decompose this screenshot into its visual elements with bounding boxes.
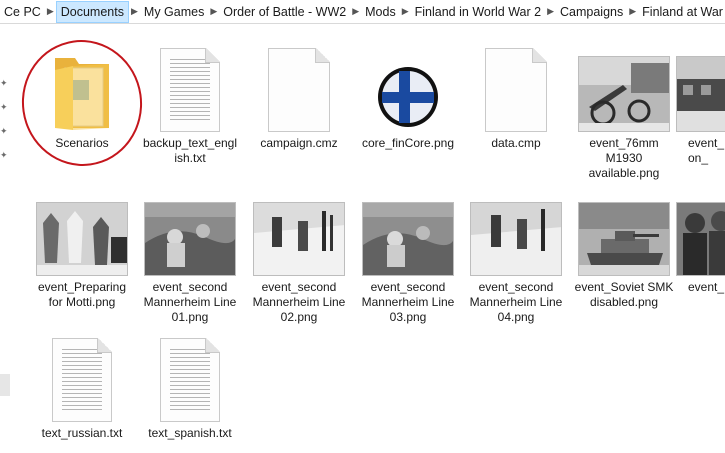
breadcrumb-item-campaigns[interactable]: Campaigns	[556, 0, 627, 23]
photo-thumbnail	[574, 40, 674, 132]
file-name-label: event_ e	[688, 280, 725, 294]
file-item-event-soviet-smk[interactable]: event_Soviet SMK disabled.png	[574, 200, 674, 310]
file-item-event-76mm[interactable]: event_76mm M1930 available.png	[574, 40, 674, 181]
chevron-right-icon[interactable]: ▶	[129, 6, 140, 17]
text-file-icon	[140, 336, 240, 422]
breadcrumb-item-this-pc[interactable]: Ce PC	[0, 0, 45, 23]
scrollbar-thumb[interactable]	[0, 374, 10, 396]
file-name-label: core_finCore.png	[361, 136, 455, 150]
file-name-label: backup_text_engl ish.txt	[142, 136, 238, 165]
file-item-event-partial-2[interactable]: event_ e	[676, 200, 725, 295]
file-name-label: text_spanish.txt	[148, 426, 232, 440]
chevron-right-icon[interactable]: ▶	[627, 6, 638, 17]
breadcrumb-item-finland-ww2[interactable]: Finland in World War 2	[411, 0, 545, 23]
file-item-campaign-cmz[interactable]: campaign.cmz	[249, 40, 349, 151]
file-name-label: event_second Mannerheim Line 02.png	[252, 280, 346, 324]
file-name-label: event_ on_	[688, 136, 725, 165]
breadcrumb: Ce PC ▶ Documents ▶ My Games ▶ Order of …	[0, 0, 725, 24]
breadcrumb-item-finland-at-war[interactable]: Finland at War	[638, 0, 725, 23]
file-item-backup-text[interactable]: backup_text_engl ish.txt	[140, 40, 240, 166]
file-item-event-preparing-motti[interactable]: event_Preparing for Motti.png	[32, 200, 132, 310]
file-name-label: campaign.cmz	[260, 136, 338, 150]
finland-roundel-icon	[358, 40, 458, 132]
photo-thumbnail	[676, 200, 725, 276]
photo-thumbnail	[358, 200, 458, 276]
file-item-event-mannerheim-04[interactable]: event_second Mannerheim Line 04.png	[466, 200, 566, 325]
text-file-icon	[32, 336, 132, 422]
file-item-text-spanish[interactable]: text_spanish.txt	[140, 336, 240, 441]
photo-thumbnail	[140, 200, 240, 276]
pin-icon[interactable]: ✦	[0, 150, 10, 160]
photo-thumbnail	[574, 200, 674, 276]
file-name-label: event_Preparing for Motti.png	[37, 280, 127, 309]
pin-icon[interactable]: ✦	[0, 102, 10, 112]
breadcrumb-item-documents[interactable]: Documents	[55, 0, 129, 23]
photo-thumbnail	[676, 40, 725, 132]
file-item-scenarios-folder[interactable]: Scenarios	[32, 40, 132, 151]
breadcrumb-item-order-of-battle[interactable]: Order of Battle - WW2	[219, 0, 350, 23]
folder-icon	[32, 40, 132, 132]
file-item-event-mannerheim-02[interactable]: event_second Mannerheim Line 02.png	[249, 200, 349, 325]
pin-icon[interactable]: ✦	[0, 78, 10, 88]
file-name-label: text_russian.txt	[41, 426, 123, 440]
file-item-data-cmp[interactable]: data.cmp	[466, 40, 566, 151]
navigation-pane: ✦ ✦ ✦ ✦	[0, 24, 12, 453]
blank-file-icon	[249, 40, 349, 132]
file-item-event-partial-1[interactable]: event_ on_	[676, 40, 725, 166]
file-item-core-fincore[interactable]: core_finCore.png	[358, 40, 458, 151]
file-name-label: event_second Mannerheim Line 01.png	[143, 280, 237, 324]
pin-icon[interactable]: ✦	[0, 126, 10, 136]
file-name-label: event_second Mannerheim Line 03.png	[361, 280, 455, 324]
file-name-label: Scenarios	[55, 136, 109, 150]
blank-file-icon	[466, 40, 566, 132]
photo-thumbnail	[32, 200, 132, 276]
text-file-icon	[140, 40, 240, 132]
file-item-event-mannerheim-01[interactable]: event_second Mannerheim Line 01.png	[140, 200, 240, 325]
breadcrumb-item-mods[interactable]: Mods	[361, 0, 400, 23]
photo-thumbnail	[249, 200, 349, 276]
chevron-right-icon[interactable]: ▶	[400, 6, 411, 17]
file-name-label: event_76mm M1930 available.png	[588, 136, 660, 180]
file-name-label: event_second Mannerheim Line 04.png	[469, 280, 563, 324]
chevron-right-icon[interactable]: ▶	[545, 6, 556, 17]
chevron-right-icon[interactable]: ▶	[45, 6, 56, 17]
file-item-text-russian[interactable]: text_russian.txt	[32, 336, 132, 441]
file-name-label: event_Soviet SMK disabled.png	[574, 280, 674, 309]
breadcrumb-item-my-games[interactable]: My Games	[140, 0, 208, 23]
chevron-right-icon[interactable]: ▶	[208, 6, 219, 17]
chevron-right-icon[interactable]: ▶	[350, 6, 361, 17]
file-grid: Scenarios backup_text_engl ish.txt campa…	[14, 30, 725, 453]
file-name-label: data.cmp	[491, 136, 541, 150]
file-item-event-mannerheim-03[interactable]: event_second Mannerheim Line 03.png	[358, 200, 458, 325]
photo-thumbnail	[466, 200, 566, 276]
